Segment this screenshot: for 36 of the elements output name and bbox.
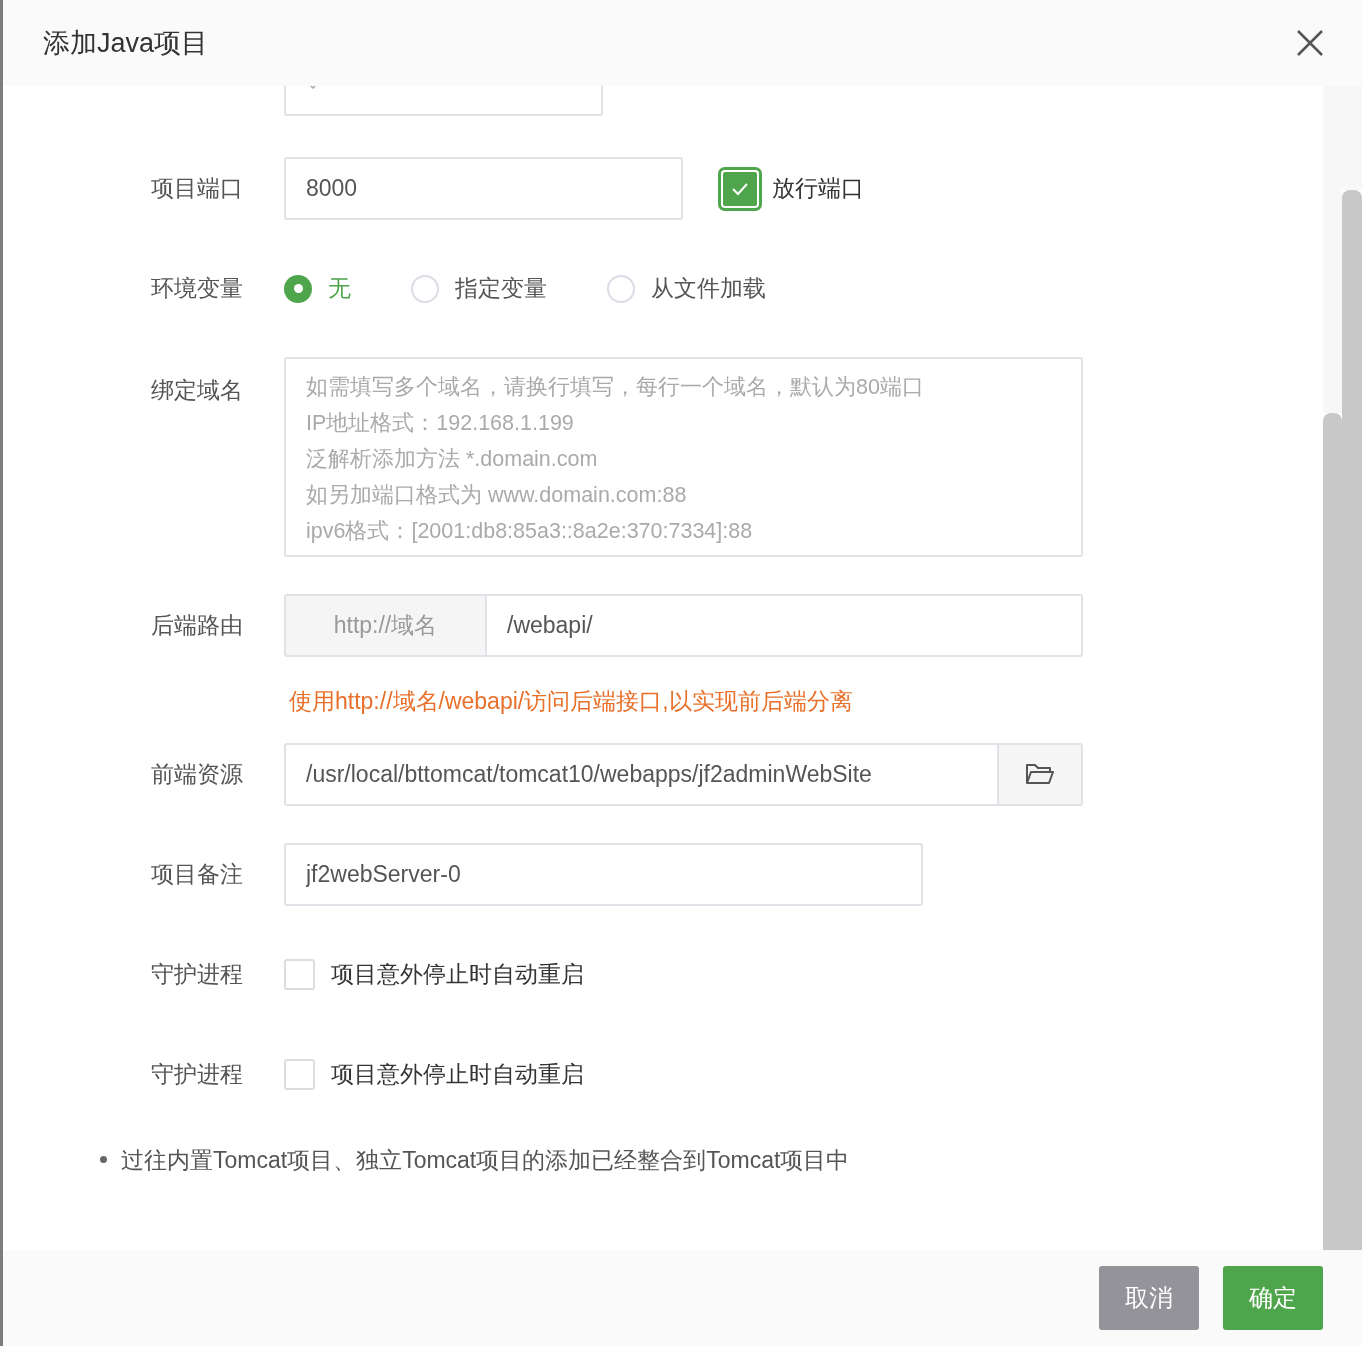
radio-label: 从文件加载 (651, 274, 766, 304)
field-label: 绑定域名 (150, 376, 243, 405)
radio-label: 无 (328, 274, 351, 304)
checkbox[interactable] (718, 166, 762, 211)
remark-field[interactable]: jf2webServer-0 (284, 842, 923, 906)
path-field[interactable]: /usr/local/bttomcat/tomcat10/webapps/jf2adminWebSite (284, 742, 999, 806)
close-icon (1296, 29, 1324, 57)
checkbox-label: 项目意外停止时自动重启 (331, 1059, 584, 1089)
route-field[interactable]: /webapi/ (487, 594, 1083, 657)
port-field[interactable]: 8000 (284, 157, 683, 220)
field-label: 项目备注 (150, 859, 243, 889)
field-label: 守护进程 (150, 1059, 243, 1089)
scrollbar-thumb[interactable] (1323, 413, 1342, 1250)
browse-button[interactable] (999, 742, 1083, 806)
radio-button[interactable] (284, 274, 312, 303)
dialog-title: 添加Java项目 (43, 26, 209, 60)
field-label: 守护进程 (150, 959, 243, 989)
field-label: 环境变量 (150, 274, 243, 304)
checkbox-label: 放行端口 (772, 174, 864, 204)
radio-label: 指定变量 (455, 274, 547, 304)
radio-button[interactable] (411, 274, 439, 303)
field-label: 前端资源 (150, 759, 243, 789)
checkbox[interactable] (284, 1058, 315, 1090)
field-label: 项目端口 (150, 174, 243, 204)
hint-text: 使用http://域名/webapi/访问后端接口,以实现前后端分离 (289, 687, 854, 716)
bullet-icon (100, 1156, 107, 1164)
note-text: 过往内置Tomcat项目、独立Tomcat项目的添加已经整合到Tomcat项目中 (121, 1145, 850, 1175)
radio-button[interactable] (607, 274, 635, 303)
folder-icon (1025, 762, 1055, 786)
checkbox-label: 项目意外停止时自动重启 (331, 959, 584, 989)
url-prefix: http://域名 (284, 594, 487, 657)
domain-textarea[interactable]: 如需填写多个域名，请换行填写，每行一个域名，默认为80端口 IP地址格式：192.168.1.199 泛解析添加方法 *.domain.com 如另加端口格式为 www.domain.com:88 ipv6格式：[2001:db8:85a3::8a2e:370:7334]:88 (284, 357, 1083, 557)
field-label: 后端路由 (150, 611, 243, 641)
close-button[interactable] (1296, 29, 1324, 57)
scrollbar-thumb[interactable] (1342, 190, 1362, 1250)
checkbox[interactable] (284, 958, 315, 990)
